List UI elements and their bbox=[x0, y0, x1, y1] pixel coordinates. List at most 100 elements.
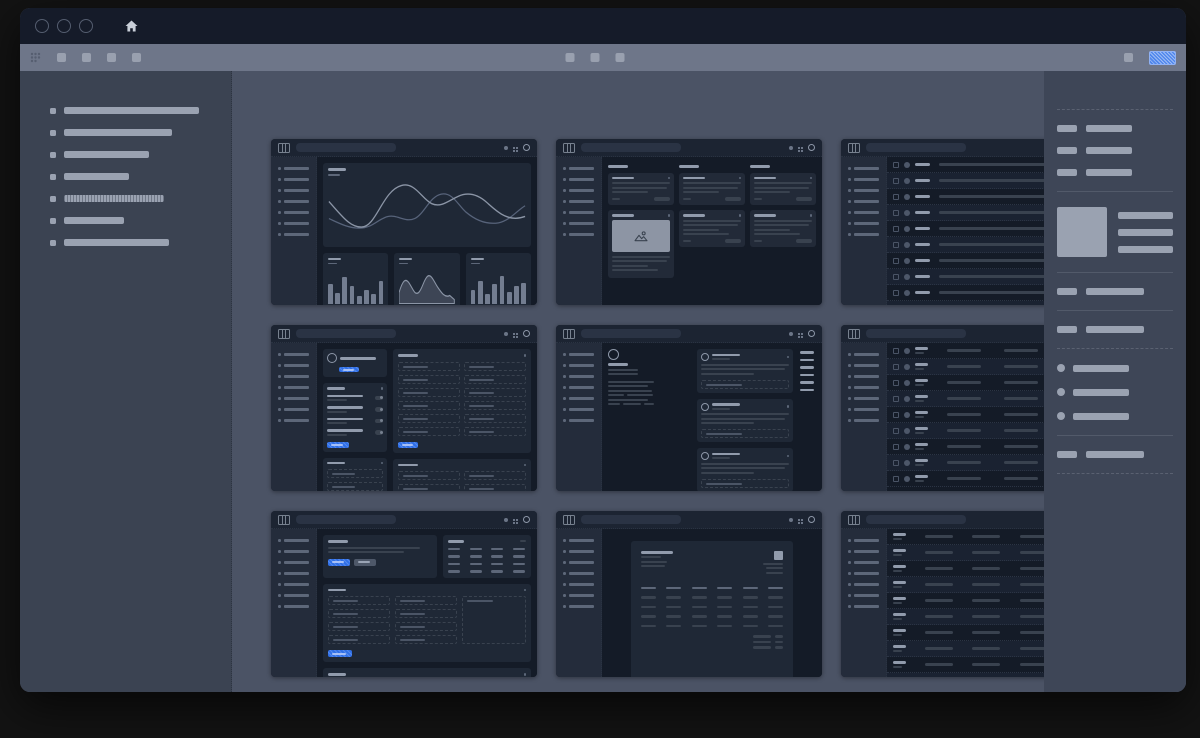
toggle-switch bbox=[375, 396, 383, 401]
avatar-icon bbox=[904, 162, 910, 168]
chart-bar bbox=[500, 276, 505, 304]
toolbar-button-icon[interactable] bbox=[616, 53, 625, 62]
skeleton-bar bbox=[654, 197, 670, 201]
toolbar-button-icon[interactable] bbox=[566, 53, 575, 62]
checkbox-icon bbox=[893, 194, 899, 200]
skeleton-bar bbox=[701, 422, 754, 424]
skeleton-bar bbox=[743, 615, 758, 618]
window-control-icon[interactable] bbox=[57, 19, 71, 33]
checkbox-icon bbox=[893, 290, 899, 296]
skeleton-bar bbox=[471, 263, 480, 265]
sidebar-nav-item[interactable] bbox=[20, 217, 231, 224]
mini-nav-item bbox=[556, 189, 601, 192]
input-field bbox=[327, 469, 383, 478]
mini-nav-item bbox=[841, 386, 886, 389]
bullet-icon bbox=[1057, 388, 1065, 396]
chart-bar bbox=[350, 286, 355, 304]
cell-stack bbox=[893, 613, 906, 620]
skeleton-bar bbox=[753, 641, 771, 644]
nav-placeholder bbox=[284, 189, 309, 192]
link-row[interactable] bbox=[1057, 364, 1173, 372]
link-row[interactable] bbox=[1057, 388, 1173, 396]
checkbox-icon bbox=[893, 162, 899, 168]
skeleton-bar bbox=[915, 400, 924, 402]
dot-grid-logo-icon[interactable] bbox=[30, 52, 41, 63]
bell-icon bbox=[504, 146, 508, 150]
kanban-board-thumbnail[interactable] bbox=[556, 139, 822, 305]
bullet-icon bbox=[848, 386, 851, 389]
skeleton-bar bbox=[608, 385, 648, 387]
window-control-icon[interactable] bbox=[35, 19, 49, 33]
invoice-document-thumbnail[interactable] bbox=[556, 511, 822, 677]
toolbar-button-icon[interactable] bbox=[82, 53, 91, 62]
cell-stack bbox=[893, 645, 906, 652]
paragraph-line bbox=[608, 385, 690, 387]
user-circle-icon bbox=[701, 353, 709, 361]
analytics-dashboard-thumbnail[interactable] bbox=[271, 139, 537, 305]
mini-sidebar bbox=[556, 157, 602, 305]
skeleton-bar bbox=[679, 165, 699, 168]
skeleton-bar bbox=[796, 197, 812, 201]
sidebar-nav-item[interactable] bbox=[20, 239, 231, 246]
form-page-thumbnail[interactable] bbox=[271, 511, 537, 677]
profile-row bbox=[327, 353, 383, 363]
link-row[interactable] bbox=[1057, 412, 1173, 420]
input-field bbox=[328, 622, 390, 631]
panel-footer bbox=[1057, 451, 1173, 458]
toolbar-button-icon[interactable] bbox=[1124, 53, 1133, 62]
checkbox-icon bbox=[893, 364, 899, 370]
sidebar-nav-item[interactable] bbox=[20, 195, 231, 202]
comment-card bbox=[697, 349, 793, 393]
skeleton-bar bbox=[513, 555, 525, 558]
toolbar-button-icon[interactable] bbox=[57, 53, 66, 62]
avatar-icon bbox=[904, 210, 910, 216]
bullet-icon bbox=[563, 200, 566, 203]
bullet-icon bbox=[563, 386, 566, 389]
skeleton-bar bbox=[712, 354, 740, 357]
profile-chip[interactable] bbox=[1149, 51, 1176, 65]
bullet-icon bbox=[278, 211, 281, 214]
toolbar-button-icon[interactable] bbox=[107, 53, 116, 62]
kanban-column bbox=[750, 163, 816, 299]
skeleton-bar bbox=[768, 587, 783, 590]
window-control-icon[interactable] bbox=[79, 19, 93, 33]
bell-icon bbox=[789, 518, 793, 522]
mini-nav-item bbox=[271, 189, 316, 192]
nav-placeholder bbox=[284, 594, 309, 597]
skeleton-bar bbox=[915, 411, 928, 414]
sidebar-nav-item[interactable] bbox=[20, 129, 231, 136]
mini-nav-item bbox=[841, 397, 886, 400]
skeleton-bar bbox=[972, 583, 1000, 586]
sidebar-nav-item[interactable] bbox=[20, 173, 231, 180]
sidebar-nav-item[interactable] bbox=[20, 107, 231, 114]
activity-feed-thumbnail[interactable] bbox=[556, 325, 822, 491]
nav-placeholder bbox=[854, 594, 879, 597]
settings-page-thumbnail[interactable] bbox=[271, 325, 537, 491]
skeleton-bar bbox=[766, 572, 783, 574]
dot-menu-icon bbox=[524, 464, 527, 467]
skeleton-bar bbox=[893, 597, 906, 600]
toolbar-button-icon[interactable] bbox=[132, 53, 141, 62]
sidebar-nav-item[interactable] bbox=[20, 151, 231, 158]
text-placeholder bbox=[1118, 212, 1173, 219]
skeleton-bar bbox=[915, 352, 924, 354]
bullet-icon bbox=[563, 178, 566, 181]
panel-preview-block bbox=[1057, 207, 1173, 257]
bullet-icon bbox=[50, 196, 56, 202]
skeleton-bar bbox=[893, 586, 902, 588]
nav-placeholder bbox=[284, 353, 309, 356]
bullet-icon bbox=[278, 594, 281, 597]
toolbar-button-icon[interactable] bbox=[591, 53, 600, 62]
skeleton-bar bbox=[513, 563, 525, 566]
dot-menu-icon bbox=[787, 455, 790, 458]
input-field bbox=[398, 414, 460, 423]
home-icon[interactable] bbox=[125, 20, 138, 32]
bullet-icon bbox=[563, 539, 566, 542]
divider bbox=[1057, 191, 1173, 192]
skeleton-bar bbox=[683, 233, 729, 235]
toggle-row bbox=[327, 418, 383, 425]
skeleton-bar bbox=[683, 214, 705, 217]
user-avatar-icon bbox=[523, 144, 530, 151]
kanban-card-header bbox=[683, 177, 741, 180]
skeleton-bar bbox=[800, 359, 814, 362]
